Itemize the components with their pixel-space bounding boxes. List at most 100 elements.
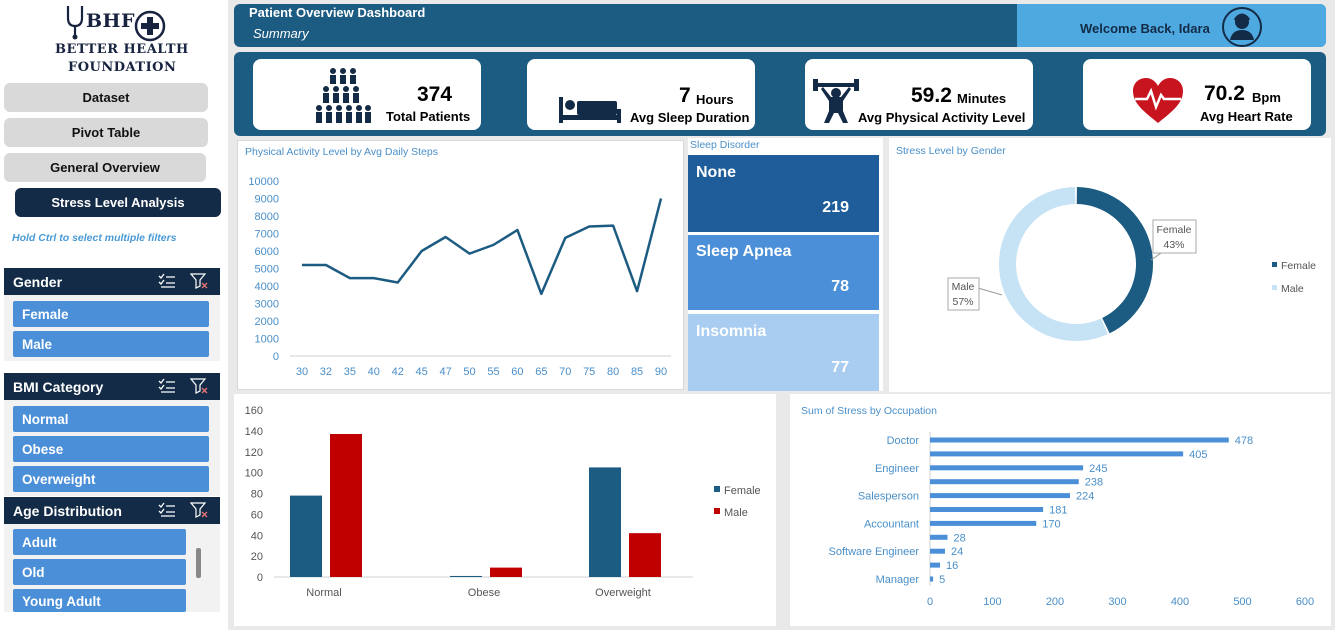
y-tick-label: Manager (876, 574, 920, 586)
occupation-bar (930, 548, 945, 554)
bar-female-normal (290, 495, 322, 577)
kpi-total-patients-card: 374 Total Patients (253, 59, 481, 130)
kpi-heart-value: 70.2 (1204, 82, 1245, 105)
nav-stress-level-analysis-button[interactable]: Stress Level Analysis (15, 188, 221, 217)
kpi-sleep-card: 7 Hours Avg Sleep Duration (527, 59, 755, 130)
y-tick-label: 80 (251, 489, 263, 501)
y-tick-label: 8000 (255, 211, 279, 223)
x-tick-label: 75 (583, 366, 595, 378)
legend-label-male: Male (1281, 283, 1304, 295)
slicer-gender-title: Gender (13, 273, 63, 290)
sleep-tile-apnea-value: 78 (831, 278, 849, 295)
sleep-tile-none-value: 219 (822, 199, 849, 216)
donut-chart: Female 43% Male 57% Female Male (947, 187, 1316, 341)
occupation-bar-chart: 0 100 200 300 400 500 600478Doctor405245Engine… (829, 432, 1314, 608)
slicer-bmi-header: BMI Category (4, 373, 220, 400)
clear-filter-icon[interactable] (190, 502, 208, 518)
nav-general-overview-button[interactable]: General Overview (4, 153, 206, 182)
slicer-item-male[interactable]: Male (13, 331, 209, 357)
slicer-item-obese[interactable]: Obese (13, 436, 209, 462)
occupation-bar (930, 507, 1044, 512)
x-tick-label: Obese (468, 587, 500, 599)
slicer-item-female[interactable]: Female (13, 301, 209, 327)
logo-abbr: BHF (86, 10, 135, 32)
y-tick-label: 0 (257, 572, 263, 584)
kpi-total-patients-label: Total Patients (386, 109, 471, 124)
multi-select-icon[interactable] (158, 502, 176, 518)
slicer-item-overweight[interactable]: Overweight (13, 466, 209, 492)
nav-dataset-button[interactable]: Dataset (4, 83, 208, 112)
y-tick-label: 6000 (255, 246, 279, 258)
avatar[interactable] (1220, 6, 1264, 48)
x-tick-label: 42 (392, 366, 404, 378)
bar-female-overweight (589, 467, 621, 577)
slicer-bmi-body: Normal Obese Overweight (4, 400, 220, 496)
bmi-bar-chart: 160 140 120 100 80 60 40 20 0 Normal Obese Overweig… (245, 405, 761, 599)
x-tick-label: 100 (983, 596, 1001, 608)
donut-slice-male (999, 187, 1108, 341)
clear-filter-icon[interactable] (190, 273, 208, 289)
x-tick-label: 400 (1171, 596, 1189, 608)
x-tick-label: 90 (655, 366, 667, 378)
y-tick-label: 5000 (255, 264, 279, 276)
slicer-item-young-adult[interactable]: Young Adult (13, 589, 186, 612)
slicer-item-normal[interactable]: Normal (13, 406, 209, 432)
filter-hint: Hold Ctrl to select multiple filters (12, 232, 177, 244)
data-label: 16 (946, 560, 958, 572)
nav-pivot-table-button[interactable]: Pivot Table (4, 118, 208, 147)
occupation-bar (930, 520, 1037, 526)
occupation-bar (930, 534, 948, 540)
y-tick-label: 2000 (255, 316, 279, 328)
slicer-item-old[interactable]: Old (13, 559, 186, 585)
x-tick-label: 200 (1046, 596, 1064, 608)
occupation-bar (930, 451, 1184, 457)
x-tick-label: 600 (1296, 596, 1314, 608)
kpi-activity-unit: Minutes (957, 91, 1007, 106)
occupation-bar (930, 562, 940, 568)
slicer-gender-body: Female Male (4, 295, 220, 361)
y-tick-label: 140 (245, 426, 263, 438)
y-tick-label: 160 (245, 405, 263, 417)
people-group-icon (316, 68, 371, 123)
kpi-heart-label: Avg Heart Rate (1200, 109, 1293, 124)
x-tick-label: 55 (487, 366, 499, 378)
slicer-item-adult[interactable]: Adult (13, 529, 186, 555)
slicer-age-body: Adult Old Young Adult (4, 524, 220, 612)
x-tick-label: 45 (416, 366, 428, 378)
x-tick-label: 35 (344, 366, 356, 378)
x-tick-label: Overweight (595, 587, 651, 599)
sleep-tile-insomnia[interactable]: Insomnia 77 (688, 314, 879, 391)
y-tick-label: Software Engineer (829, 546, 920, 558)
bar-male-obese (490, 567, 522, 577)
heart-pulse-icon (1133, 78, 1183, 123)
y-tick-label: 3000 (255, 299, 279, 311)
data-label: 170 (1042, 518, 1060, 530)
y-tick-label: 20 (251, 551, 263, 563)
multi-select-icon[interactable] (158, 273, 176, 289)
sleep-tile-insomnia-value: 77 (831, 359, 849, 376)
occupation-bar (930, 437, 1229, 443)
kpi-heart-unit: Bpm (1252, 90, 1281, 105)
logo-line1: BETTER HEALTH (55, 42, 189, 57)
multi-select-icon[interactable] (158, 378, 176, 394)
data-label: 224 (1076, 491, 1094, 503)
sleep-tile-apnea[interactable]: Sleep Apnea 78 (688, 235, 879, 310)
line-series (302, 198, 663, 296)
kpi-activity-card: 59.2 Minutes Avg Physical Activity Level (805, 59, 1033, 130)
legend-swatch (714, 508, 720, 514)
clear-filter-icon[interactable] (190, 378, 208, 394)
bar-male-normal (330, 434, 362, 577)
x-tick-label: 70 (559, 366, 571, 378)
y-tick-label: 7000 (255, 229, 279, 241)
slicer-gender-header: Gender (4, 268, 220, 295)
callout-name-male: Male (952, 281, 975, 293)
donut-slice-female (1076, 187, 1153, 334)
sleep-tile-none[interactable]: None 219 (688, 155, 879, 232)
legend-label-male: Male (724, 507, 748, 519)
data-label: 5 (939, 574, 945, 586)
data-label: 478 (1235, 435, 1253, 447)
slicer-scrollbar[interactable] (196, 548, 201, 578)
sleep-tile-insomnia-name: Insomnia (696, 323, 767, 340)
y-tick-label: 10000 (248, 176, 279, 188)
kpi-activity-label: Avg Physical Activity Level (858, 110, 1026, 125)
